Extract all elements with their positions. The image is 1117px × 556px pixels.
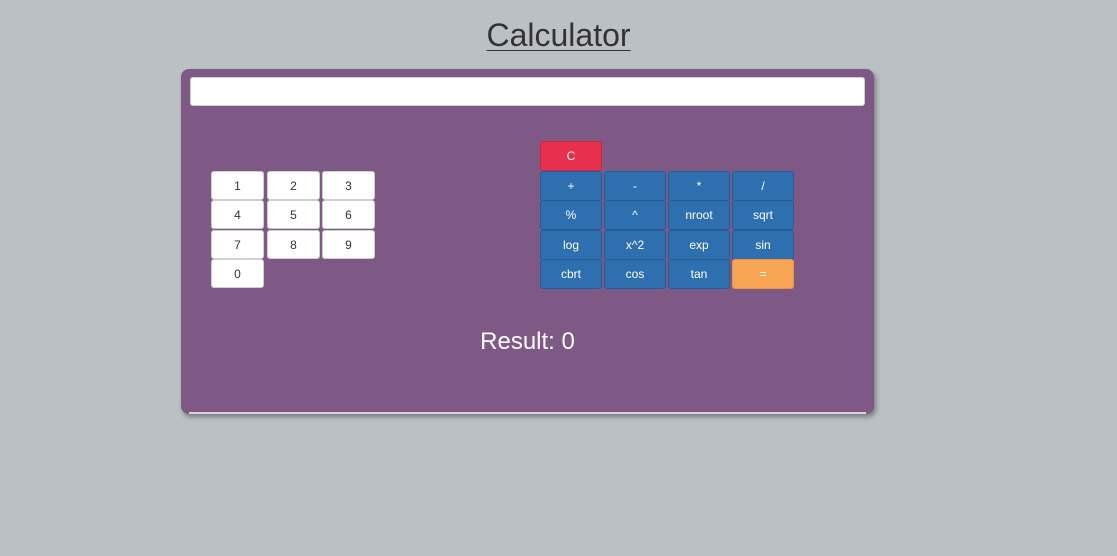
log-button[interactable]: log (540, 230, 602, 260)
square-button[interactable]: x^2 (604, 230, 666, 260)
result-text: Result: 0 (480, 328, 575, 355)
display-input[interactable] (190, 77, 865, 106)
panel-divider (189, 412, 866, 414)
key-1[interactable]: 1 (211, 171, 264, 200)
clear-button[interactable]: C (540, 141, 602, 171)
sin-button[interactable]: sin (732, 230, 794, 260)
key-3[interactable]: 3 (322, 171, 375, 200)
nroot-button[interactable]: nroot (668, 200, 730, 230)
key-5[interactable]: 5 (267, 200, 320, 229)
power-button[interactable]: ^ (604, 200, 666, 230)
key-7[interactable]: 7 (211, 230, 264, 259)
sqrt-button[interactable]: sqrt (732, 200, 794, 230)
key-6[interactable]: 6 (322, 200, 375, 229)
key-0[interactable]: 0 (211, 259, 264, 288)
percent-button[interactable]: % (540, 200, 602, 230)
page-title: Calculator (486, 17, 631, 53)
equals-button[interactable]: = (732, 259, 794, 289)
key-8[interactable]: 8 (267, 230, 320, 259)
key-9[interactable]: 9 (322, 230, 375, 259)
multiply-button[interactable]: * (668, 171, 730, 201)
exp-button[interactable]: exp (668, 230, 730, 260)
cos-button[interactable]: cos (604, 259, 666, 289)
key-4[interactable]: 4 (211, 200, 264, 229)
calculator-panel: 1 2 3 4 5 6 7 8 9 0 C + - * / % ^ nroot … (181, 69, 874, 414)
cbrt-button[interactable]: cbrt (540, 259, 602, 289)
subtract-button[interactable]: - (604, 171, 666, 201)
tan-button[interactable]: tan (668, 259, 730, 289)
add-button[interactable]: + (540, 171, 602, 201)
divide-button[interactable]: / (732, 171, 794, 201)
key-2[interactable]: 2 (267, 171, 320, 200)
